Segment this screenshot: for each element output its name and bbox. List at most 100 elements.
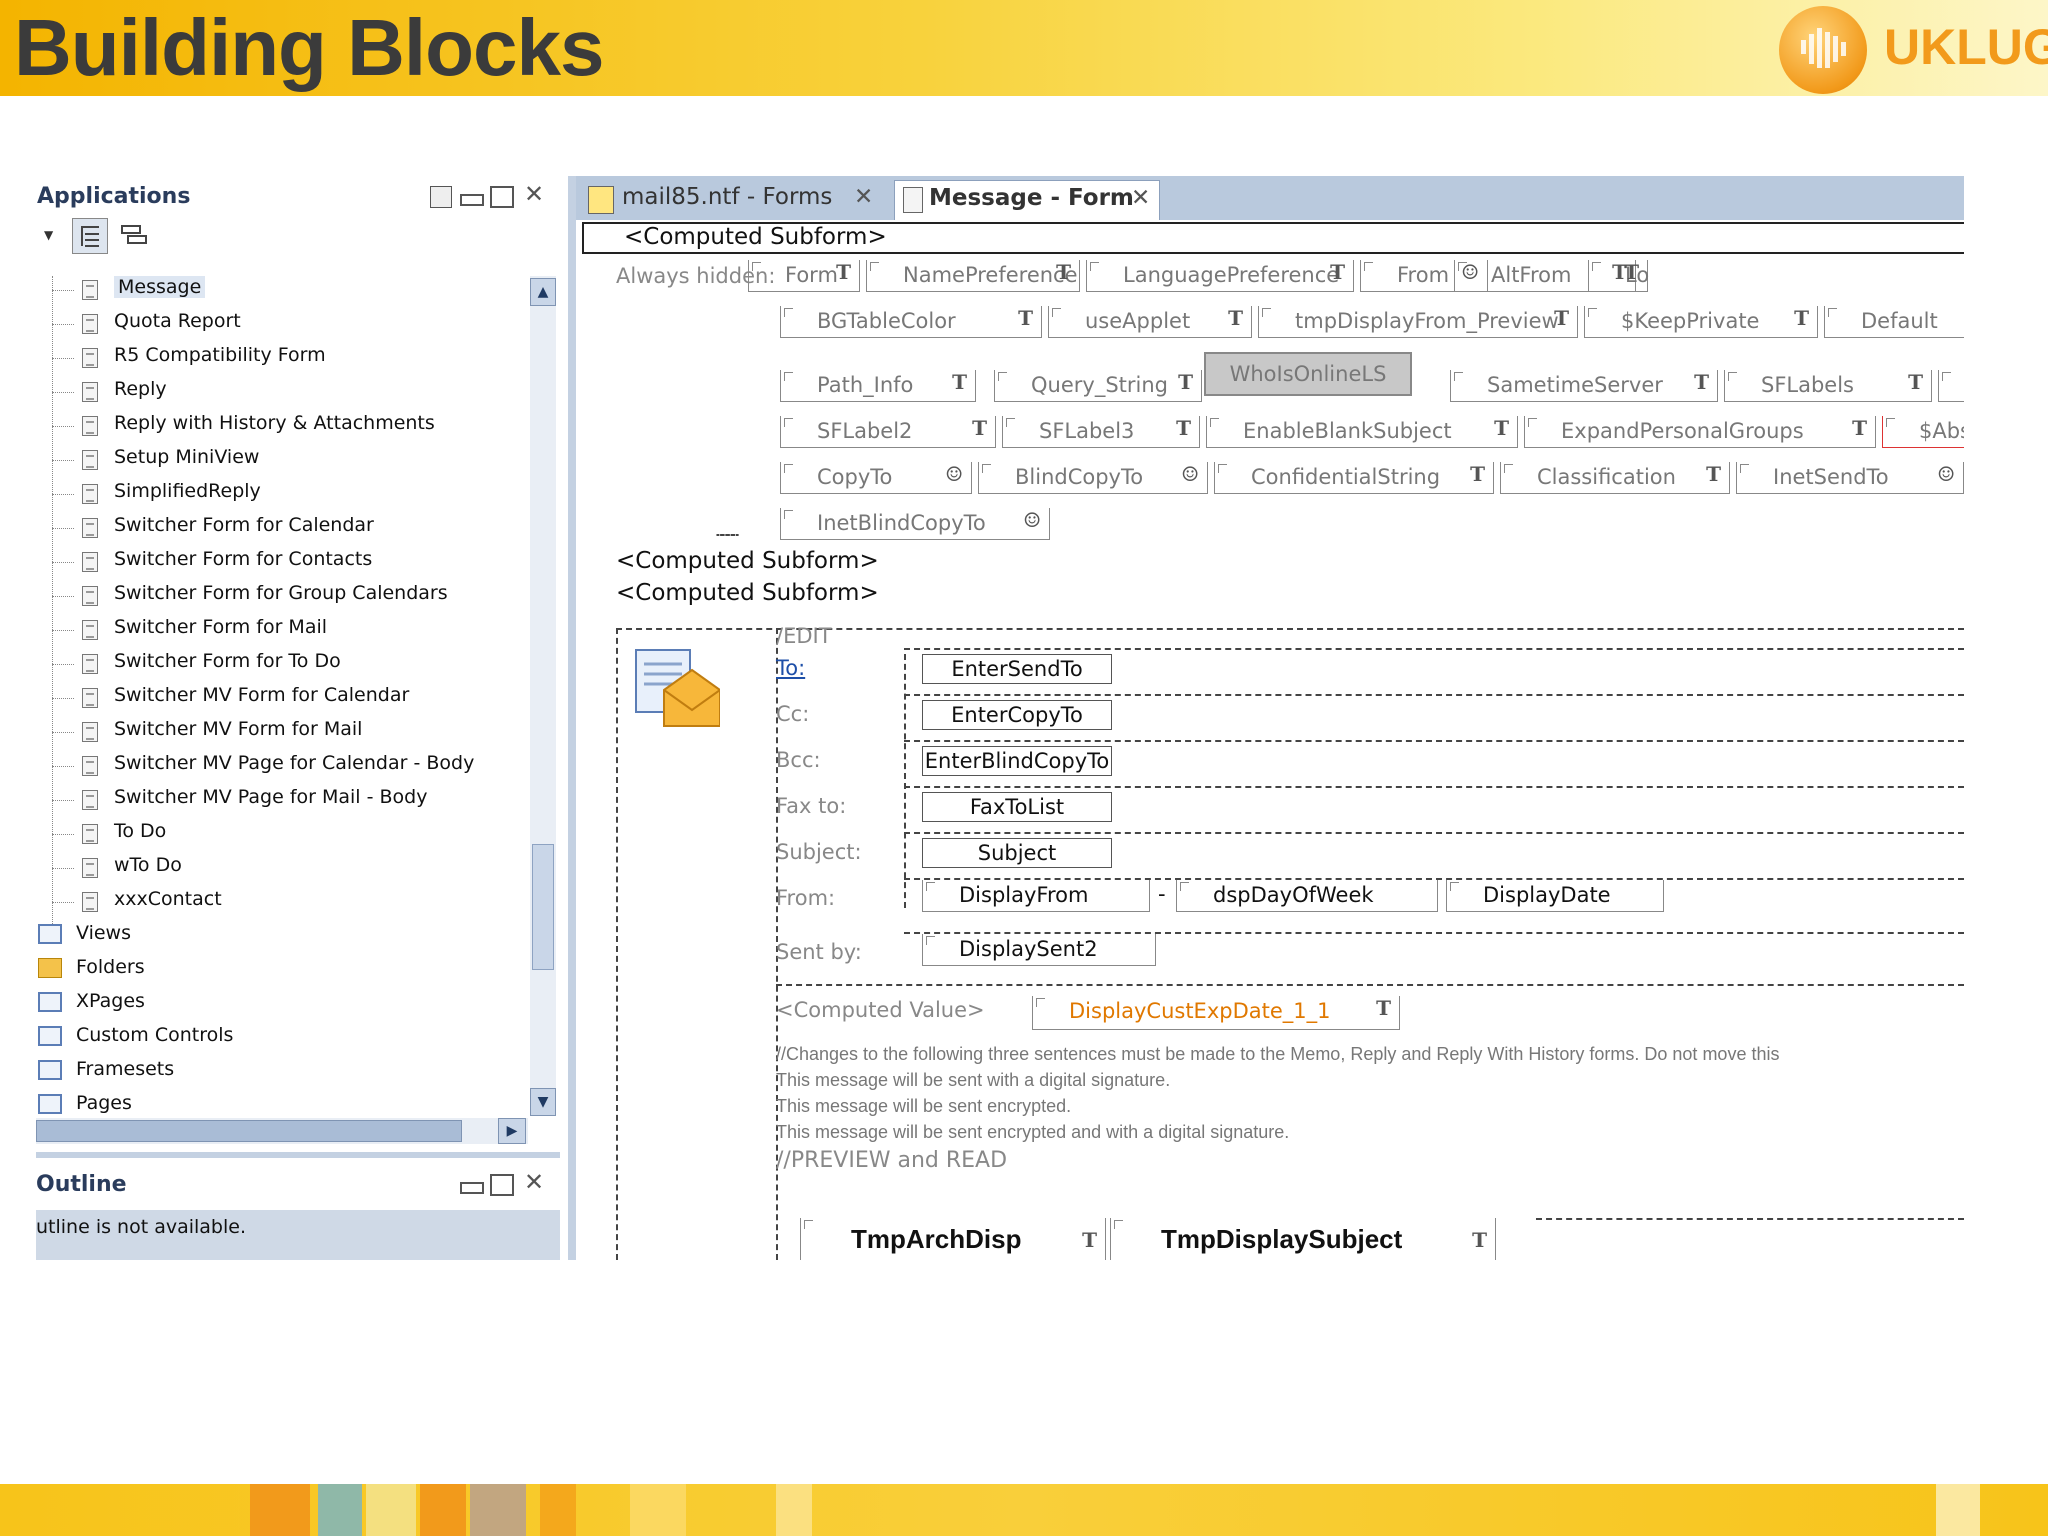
field-lo[interactable]: Lo T — [1588, 260, 1649, 292]
field-sametimeserver[interactable]: SametimeServer T — [1450, 370, 1718, 402]
category-framesets[interactable]: Framesets — [76, 1058, 174, 1080]
field-sf[interactable]: SFT — [1938, 370, 1964, 402]
tree-item-switcher-form-for-contacts[interactable]: Switcher Form for Contacts — [114, 548, 372, 570]
field-sflabel2[interactable]: SFLabel2 T — [780, 416, 996, 448]
field-sflabels[interactable]: SFLabels T — [1724, 370, 1932, 402]
tree-item-simplifiedreply[interactable]: SimplifiedReply — [114, 480, 261, 502]
tab-close-icon[interactable]: ✕ — [1131, 185, 1150, 211]
horizontal-scrollbar[interactable]: ▶ — [36, 1118, 528, 1144]
form-icon — [82, 824, 98, 844]
tree-item-switcher-mv-form-for-mail[interactable]: Switcher MV Form for Mail — [114, 718, 362, 740]
category-pages[interactable]: Pages — [76, 1092, 132, 1114]
folders-icon — [38, 958, 62, 978]
tree-item-message[interactable]: Message — [114, 276, 206, 298]
tree-view-icon[interactable] — [72, 218, 108, 254]
scroll-up-icon[interactable]: ▲ — [530, 278, 556, 306]
scroll-thumb[interactable] — [532, 844, 554, 970]
field-useapplet[interactable]: useApplet T — [1048, 306, 1252, 338]
tree-item-switcher-form-for-mail[interactable]: Switcher Form for Mail — [114, 616, 327, 638]
field-confidentialstring[interactable]: ConfidentialString T — [1214, 462, 1494, 494]
minimize-icon[interactable] — [460, 194, 484, 206]
category-xpages[interactable]: XPages — [76, 990, 145, 1012]
field-keepprivate[interactable]: $KeepPrivate T — [1584, 306, 1818, 338]
field-dspdayofweek[interactable]: dspDayOfWeek — [1176, 880, 1438, 912]
scroll-right-icon[interactable]: ▶ — [498, 1118, 526, 1144]
outline-close-icon[interactable]: ✕ — [524, 1168, 544, 1196]
tree-item-setup-miniview[interactable]: Setup MiniView — [114, 446, 259, 468]
tree-item-switcher-mv-page-for-calendar-body[interactable]: Switcher MV Page for Calendar - Body — [114, 752, 474, 774]
tree-item-switcher-form-for-calendar[interactable]: Switcher Form for Calendar — [114, 514, 374, 536]
field-query-string[interactable]: Query_String T — [994, 370, 1202, 402]
footer-deco-5 — [470, 1484, 526, 1536]
outline-maximize-icon[interactable] — [490, 1174, 514, 1196]
field-tmparchdisp[interactable]: TmpArchDisp T — [800, 1218, 1106, 1260]
field-languagepreference[interactable]: LanguagePreference T — [1086, 260, 1354, 292]
tree-item-switcher-mv-page-for-mail-body[interactable]: Switcher MV Page for Mail - Body — [114, 786, 427, 808]
tree-connector — [52, 596, 74, 597]
hscroll-thumb[interactable] — [36, 1120, 462, 1142]
close-icon[interactable]: ✕ — [524, 180, 544, 208]
field-enableblanksubject[interactable]: EnableBlankSubject T — [1206, 416, 1518, 448]
tree-item-switcher-form-for-group-calendars[interactable]: Switcher Form for Group Calendars — [114, 582, 448, 604]
tree-item-switcher-form-for-to-do[interactable]: Switcher Form for To Do — [114, 650, 341, 672]
field-expandpersonalgroups[interactable]: ExpandPersonalGroups T — [1524, 416, 1876, 448]
vertical-scrollbar[interactable]: ▲ ▼ — [530, 276, 556, 1116]
field-inetblindcopyto[interactable]: InetBlindCopyTo ☺ — [780, 508, 1050, 540]
label-cc: Cc: — [776, 702, 810, 726]
scroll-down-icon[interactable]: ▼ — [530, 1088, 556, 1116]
tree-item-switcher-mv-form-for-calendar[interactable]: Switcher MV Form for Calendar — [114, 684, 409, 706]
tree-item-reply[interactable]: Reply — [114, 378, 167, 400]
field-subject[interactable]: Subject — [922, 838, 1112, 868]
field-form[interactable]: Form T — [748, 260, 860, 292]
form-icon — [82, 586, 98, 606]
field-displaydate[interactable]: DisplayDate — [1446, 880, 1664, 912]
whois-online-button[interactable]: WhoIsOnlineLS — [1204, 352, 1412, 396]
field-entersendto[interactable]: EnterSendTo — [922, 654, 1112, 684]
field-classification[interactable]: Classification T — [1500, 462, 1730, 494]
tab-mail85-forms[interactable]: mail85.ntf - Forms ✕ — [582, 180, 886, 220]
tree-item-reply-with-history-attachments[interactable]: Reply with History & Attachments — [114, 412, 435, 434]
field-enterblindcopyto[interactable]: EnterBlindCopyTo — [922, 746, 1112, 776]
maximize-icon[interactable] — [490, 186, 514, 208]
tree-item-wto-do[interactable]: wTo Do — [114, 854, 182, 876]
tree-connector — [52, 766, 74, 767]
field-displayfrom[interactable]: DisplayFrom — [922, 880, 1150, 912]
from-separator: - — [1158, 882, 1166, 906]
list-view-icon[interactable] — [120, 224, 148, 246]
selected-subform-row[interactable]: <Computed Subform> — [582, 222, 1964, 254]
dropdown-arrow-icon[interactable]: ▼ — [44, 228, 53, 242]
field-tmpdisplayfrom-preview[interactable]: tmpDisplayFrom_Preview T — [1258, 306, 1578, 338]
field-default[interactable]: DefaultT — [1824, 306, 1964, 338]
panel-menu-icon[interactable] — [430, 186, 452, 208]
tab-close-icon[interactable]: ✕ — [854, 184, 873, 210]
category-custom-controls[interactable]: Custom Controls — [76, 1024, 233, 1046]
field-bgtablecolor[interactable]: BGTableColor T — [780, 306, 1042, 338]
field-faxtolist[interactable]: FaxToList — [922, 792, 1112, 822]
edit-marker: /EDIT — [776, 624, 832, 648]
tab-message-form[interactable]: Message - Form ✕ — [894, 180, 1160, 220]
form-icon — [82, 314, 98, 334]
tree-item-quota-report[interactable]: Quota Report — [114, 310, 241, 332]
uklug-logo-icon — [1779, 6, 1867, 94]
outline-body: utline is not available. — [36, 1210, 560, 1260]
tree-item-xxxcontact[interactable]: xxxContact — [114, 888, 222, 910]
field-entercopyto[interactable]: EnterCopyTo — [922, 700, 1112, 730]
field-displaycustexpdate[interactable]: DisplayCustExpDate_1_1 T — [1032, 996, 1400, 1030]
field-tmpdisplaysubject[interactable]: TmpDisplaySubject T — [1110, 1218, 1496, 1260]
forms-icon — [588, 186, 614, 214]
field-displaysent2[interactable]: DisplaySent2 — [922, 934, 1156, 966]
field-copyto[interactable]: CopyTo ☺ — [780, 462, 972, 494]
category-folders[interactable]: Folders — [76, 956, 145, 978]
form-icon — [903, 187, 923, 213]
field-blindcopyto[interactable]: BlindCopyTo ☺ — [978, 462, 1208, 494]
field-abstra[interactable]: $AbstraT — [1882, 416, 1964, 448]
field-sflabel3[interactable]: SFLabel3 T — [1002, 416, 1200, 448]
field-inetsendto[interactable]: InetSendTo ☺ — [1736, 462, 1964, 494]
tree-item-r5-compatibility-form[interactable]: R5 Compatibility Form — [114, 344, 326, 366]
outline-minimize-icon[interactable] — [460, 1182, 484, 1194]
outline-panel: Outline ✕ utline is not available. — [36, 1152, 560, 1260]
field-namepreference[interactable]: NamePreference T — [866, 260, 1080, 292]
category-views[interactable]: Views — [76, 922, 131, 944]
tree-item-to-do[interactable]: To Do — [114, 820, 166, 842]
field-path-info[interactable]: Path_Info T — [780, 370, 976, 402]
